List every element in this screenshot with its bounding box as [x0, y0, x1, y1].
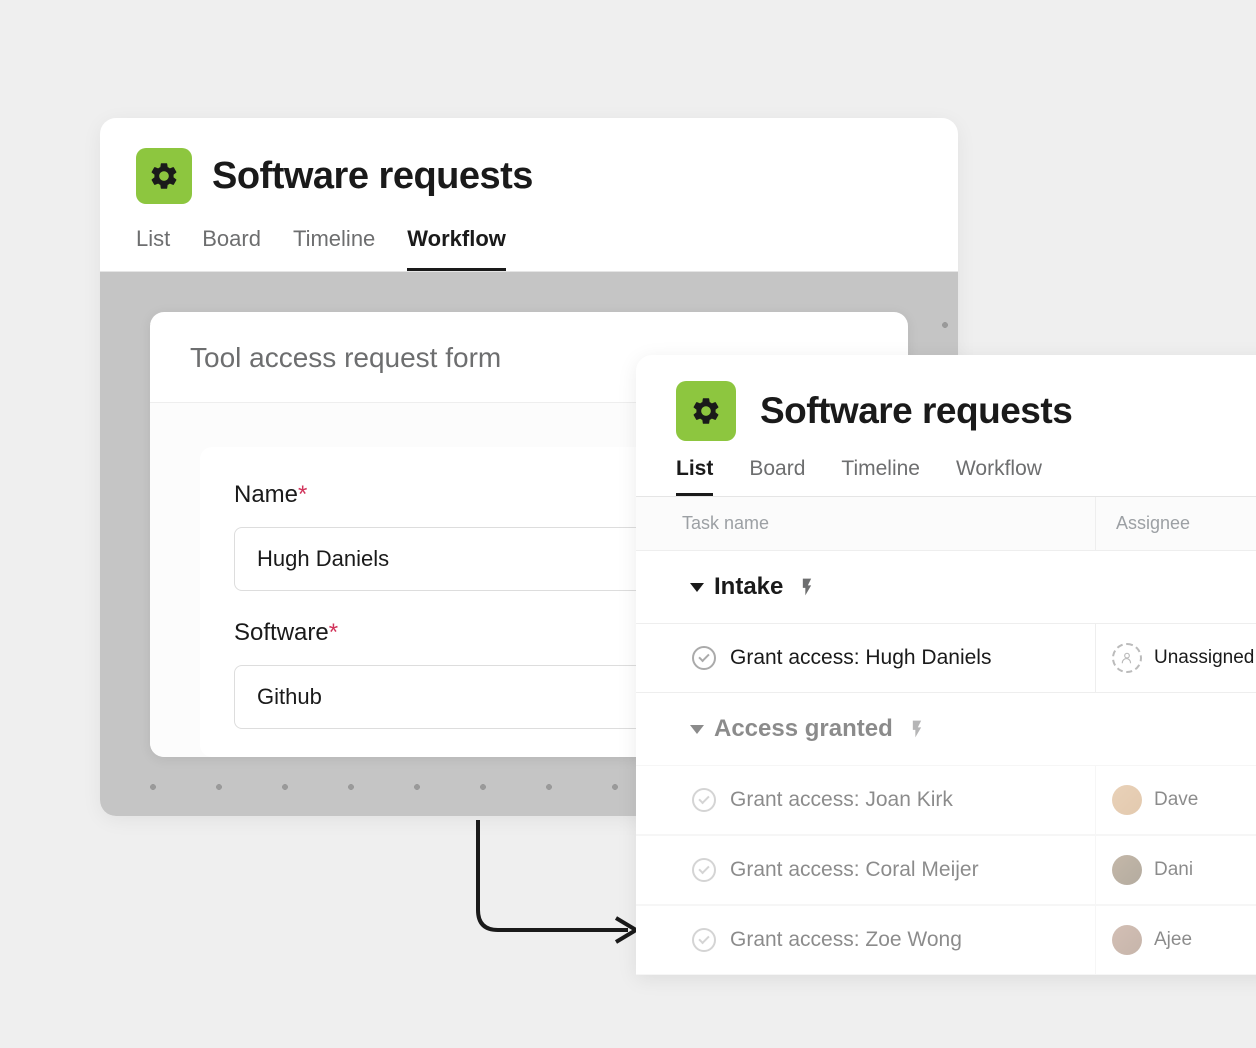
tab-timeline[interactable]: Timeline	[293, 218, 375, 271]
check-circle-icon[interactable]	[692, 646, 716, 670]
task-assignee[interactable]: Dave	[1096, 766, 1256, 834]
tab-board[interactable]: Board	[749, 451, 805, 496]
arrow-connector	[468, 820, 648, 950]
task-assignee[interactable]: Unassigned	[1096, 624, 1256, 692]
tab-board[interactable]: Board	[202, 218, 261, 271]
list-header: Software requests	[636, 355, 1256, 451]
section-intake[interactable]: Intake	[636, 551, 1256, 623]
task-row[interactable]: Grant access: Hugh Daniels Unassigned	[636, 623, 1256, 693]
column-task-name: Task name	[636, 497, 1096, 550]
task-name: Grant access: Zoe Wong	[730, 928, 962, 952]
task-row[interactable]: Grant access: Coral Meijer Dani	[636, 835, 1256, 905]
task-main: Grant access: Joan Kirk	[636, 766, 1096, 834]
task-name: Grant access: Coral Meijer	[730, 858, 979, 882]
avatar	[1112, 785, 1142, 815]
avatar	[1112, 855, 1142, 885]
column-headers: Task name Assignee	[636, 497, 1256, 551]
workflow-title: Software requests	[212, 155, 533, 198]
task-assignee[interactable]: Ajee	[1096, 906, 1256, 974]
workflow-tabs: List Board Timeline Workflow	[100, 218, 958, 272]
task-main: Grant access: Hugh Daniels	[636, 624, 1096, 692]
avatar	[1112, 925, 1142, 955]
task-main: Grant access: Coral Meijer	[636, 836, 1096, 904]
check-circle-icon[interactable]	[692, 788, 716, 812]
chevron-down-icon	[690, 583, 704, 592]
chevron-down-icon	[690, 725, 704, 734]
gear-icon	[676, 381, 736, 441]
task-row[interactable]: Grant access: Zoe Wong Ajee	[636, 905, 1256, 975]
task-row[interactable]: Grant access: Joan Kirk Dave	[636, 765, 1256, 835]
section-name: Access granted	[714, 715, 893, 743]
section-access-granted[interactable]: Access granted	[636, 693, 1256, 765]
tab-list[interactable]: List	[136, 218, 170, 271]
bolt-icon	[907, 719, 927, 739]
bolt-icon	[797, 577, 817, 597]
list-title: Software requests	[760, 390, 1072, 432]
assignee-name: Ajee	[1154, 929, 1192, 951]
gear-icon	[136, 148, 192, 204]
assignee-name: Dave	[1154, 789, 1198, 811]
task-assignee[interactable]: Dani	[1096, 836, 1256, 904]
tab-timeline[interactable]: Timeline	[841, 451, 920, 496]
check-circle-icon[interactable]	[692, 858, 716, 882]
assignee-name: Unassigned	[1154, 647, 1254, 669]
task-name: Grant access: Hugh Daniels	[730, 646, 991, 670]
check-circle-icon[interactable]	[692, 928, 716, 952]
tab-list[interactable]: List	[676, 451, 713, 496]
list-card: Software requests List Board Timeline Wo…	[636, 355, 1256, 975]
workflow-header: Software requests	[100, 118, 958, 218]
list-tabs: List Board Timeline Workflow	[636, 451, 1256, 497]
tab-workflow[interactable]: Workflow	[956, 451, 1042, 496]
task-main: Grant access: Zoe Wong	[636, 906, 1096, 974]
task-name: Grant access: Joan Kirk	[730, 788, 953, 812]
section-name: Intake	[714, 573, 783, 601]
unassigned-avatar-icon	[1112, 643, 1142, 673]
column-assignee: Assignee	[1096, 497, 1256, 550]
tab-workflow[interactable]: Workflow	[407, 218, 506, 271]
assignee-name: Dani	[1154, 859, 1193, 881]
